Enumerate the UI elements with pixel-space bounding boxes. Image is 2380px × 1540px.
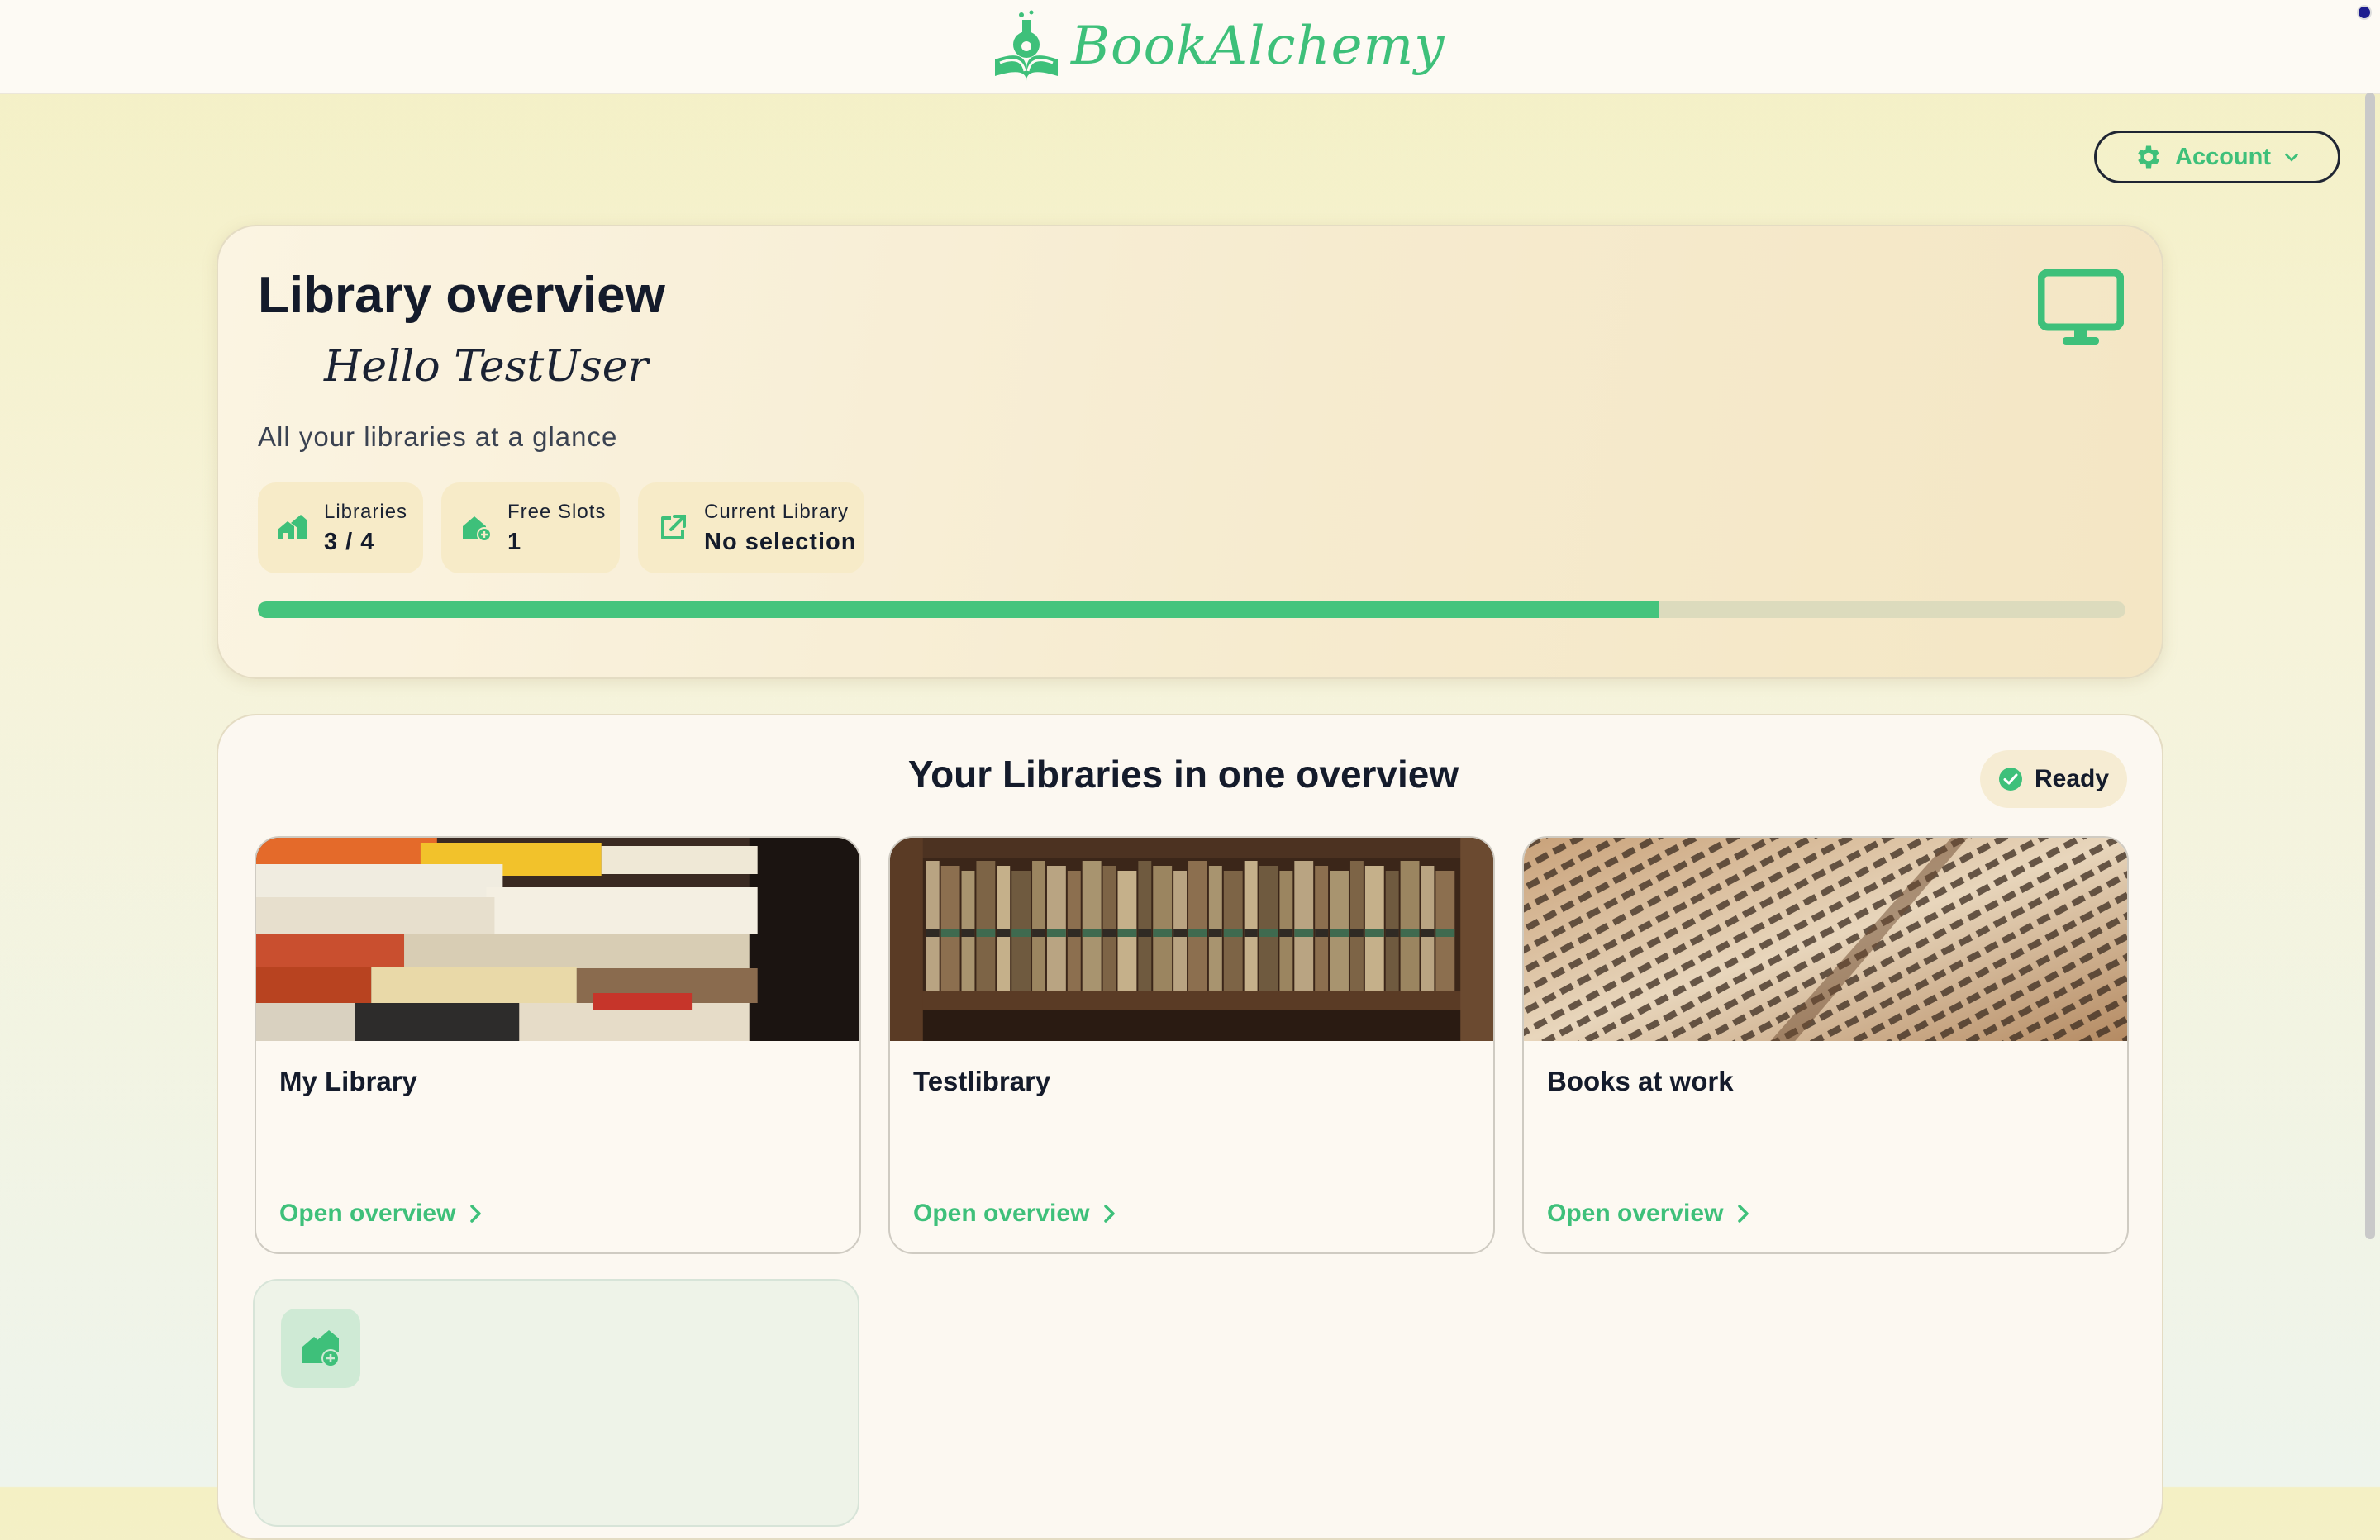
chevron-down-icon — [2285, 153, 2298, 162]
monitor-icon — [2038, 269, 2124, 345]
stat-current-library: Current Library No selection — [638, 482, 864, 573]
stat-label: Current Library — [704, 500, 850, 523]
libraries-title: Your Libraries in one overview — [907, 753, 1459, 796]
external-link-icon — [661, 515, 686, 539]
library-image-old-text — [1524, 838, 2127, 1041]
chevron-right-icon — [470, 1205, 482, 1223]
page-title: Library overview — [258, 267, 665, 324]
stat-label: Free Slots — [507, 500, 607, 523]
library-usage-progress — [258, 601, 2125, 618]
library-image-bookshelf — [890, 838, 1493, 1041]
stat-value: 1 — [507, 528, 522, 555]
status-badge: Ready — [1980, 750, 2127, 808]
top-bar: BookAlchemy — [0, 0, 2380, 94]
brand[interactable]: BookAlchemy — [988, 8, 1445, 84]
stat-value: 3 / 4 — [324, 528, 375, 555]
add-library-icon — [302, 1330, 340, 1367]
check-circle-icon — [1998, 768, 2022, 791]
library-name: My Library — [279, 1066, 417, 1096]
stat-free-slots: Free Slots 1 — [441, 482, 620, 573]
open-overview-link[interactable]: Open overview — [913, 1200, 1119, 1228]
add-library-card[interactable] — [253, 1279, 859, 1527]
stat-libraries: Libraries 3 / 4 — [258, 482, 423, 573]
status-dot — [2357, 5, 2372, 20]
account-button[interactable]: Account — [2094, 131, 2340, 183]
open-overview-label: Open overview — [1547, 1200, 1724, 1227]
open-overview-label: Open overview — [913, 1200, 1090, 1227]
overview-subtitle: All your libraries at a glance — [258, 421, 618, 452]
status-text: Ready — [2034, 765, 2110, 792]
scrollbar-thumb[interactable] — [2365, 93, 2375, 1239]
open-overview-label: Open overview — [279, 1200, 456, 1227]
open-overview-link[interactable]: Open overview — [1547, 1200, 1753, 1228]
chevron-right-icon — [1738, 1205, 1749, 1223]
stat-value: No selection — [704, 528, 857, 555]
open-overview-link[interactable]: Open overview — [279, 1200, 485, 1228]
library-image-book-stack — [256, 838, 859, 1041]
library-card-my-library[interactable]: My Library Open overview — [255, 836, 861, 1254]
chevron-right-icon — [1104, 1205, 1116, 1223]
house-plus-icon — [463, 516, 492, 542]
library-overview-card: Library overview Hello TestUser All your… — [217, 225, 2163, 679]
book-alchemy-logo-icon — [995, 10, 1058, 81]
library-usage-progress-fill — [258, 601, 1659, 618]
houses-icon — [278, 515, 307, 539]
library-name: Books at work — [1547, 1066, 1734, 1096]
library-card-testlibrary[interactable]: Testlibrary Open overview — [888, 836, 1495, 1254]
brand-name: BookAlchemy — [1071, 16, 1445, 77]
gear-icon — [2138, 145, 2159, 169]
library-card-books-at-work[interactable]: Books at work Open overview — [1522, 836, 2129, 1254]
add-library-icon-tile — [281, 1309, 360, 1388]
library-name: Testlibrary — [913, 1066, 1051, 1096]
account-label: Account — [2175, 143, 2271, 170]
greeting: Hello TestUser — [324, 342, 649, 392]
stat-label: Libraries — [324, 500, 408, 523]
